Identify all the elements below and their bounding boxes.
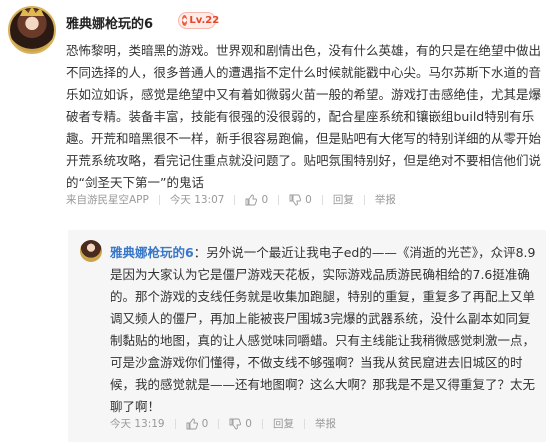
- report-button[interactable]: 举报: [375, 192, 396, 207]
- thumbs-down-icon: [229, 418, 242, 429]
- divider: [363, 194, 365, 205]
- reply-like-button[interactable]: 0: [186, 417, 209, 430]
- thumbs-up-icon: [186, 418, 198, 429]
- reply-dislike-button[interactable]: 0: [229, 418, 252, 430]
- like-count: 0: [261, 193, 269, 206]
- reply-separator: ：: [193, 245, 207, 260]
- comment-source: 来自游民星空APP: [66, 194, 149, 206]
- reply-content: 雅典娜枪玩的6：另外说一个最近让我电子ed的——《消逝的光芒》，众评8.9是因为…: [110, 242, 536, 418]
- dislike-button[interactable]: 0: [289, 194, 312, 206]
- reply-button[interactable]: 回复: [333, 192, 354, 207]
- reply-like-count: 0: [201, 417, 209, 430]
- comment-meta: 来自游民星空APP 今天 13:07 0 0 回复 举报: [66, 192, 396, 207]
- divider: [218, 418, 220, 429]
- comment-time: 今天 13:07: [169, 194, 225, 206]
- reply-username[interactable]: 雅典娜枪玩的6: [110, 245, 194, 260]
- reply-avatar[interactable]: [80, 240, 102, 262]
- comment-text: 恐怖黎明，类暗黑的游戏。世界观和剧情出色，没有什么英雄，有的只是在绝望中做出不同…: [66, 43, 542, 190]
- user-avatar[interactable]: [8, 6, 56, 54]
- divider: [158, 194, 160, 205]
- level-icon: ◆: [182, 15, 188, 26]
- divider: [234, 194, 236, 205]
- level-badge: ◆ Lv.22: [178, 12, 220, 29]
- avatar-crown-decoration: [20, 8, 44, 16]
- reply-text: 另外说一个最近让我电子ed的——《消逝的光芒》，众评8.9是因为大家认为它是僵尸…: [110, 245, 536, 414]
- divider: [261, 418, 263, 429]
- divider: [303, 418, 305, 429]
- reply-dislike-count: 0: [245, 417, 252, 430]
- like-button[interactable]: 0: [245, 194, 268, 206]
- thumbs-down-icon: [289, 194, 302, 205]
- divider: [278, 194, 280, 205]
- dislike-count: 0: [305, 193, 312, 206]
- reply-meta: 今天 13:19 0 0 回复 举报: [110, 416, 336, 431]
- reply-time: 今天 13:19: [110, 418, 165, 430]
- reply-box: 雅典娜枪玩的6：另外说一个最近让我电子ed的——《消逝的光芒》，众评8.9是因为…: [68, 230, 546, 442]
- level-text: Lv.22: [189, 15, 220, 26]
- comment-username[interactable]: 雅典娜枪玩的6: [66, 13, 153, 32]
- thumbs-up-icon: [246, 194, 258, 205]
- reply-reply-button[interactable]: 回复: [273, 416, 294, 431]
- divider: [174, 418, 176, 429]
- divider: [321, 194, 323, 205]
- reply-report-button[interactable]: 举报: [315, 416, 336, 431]
